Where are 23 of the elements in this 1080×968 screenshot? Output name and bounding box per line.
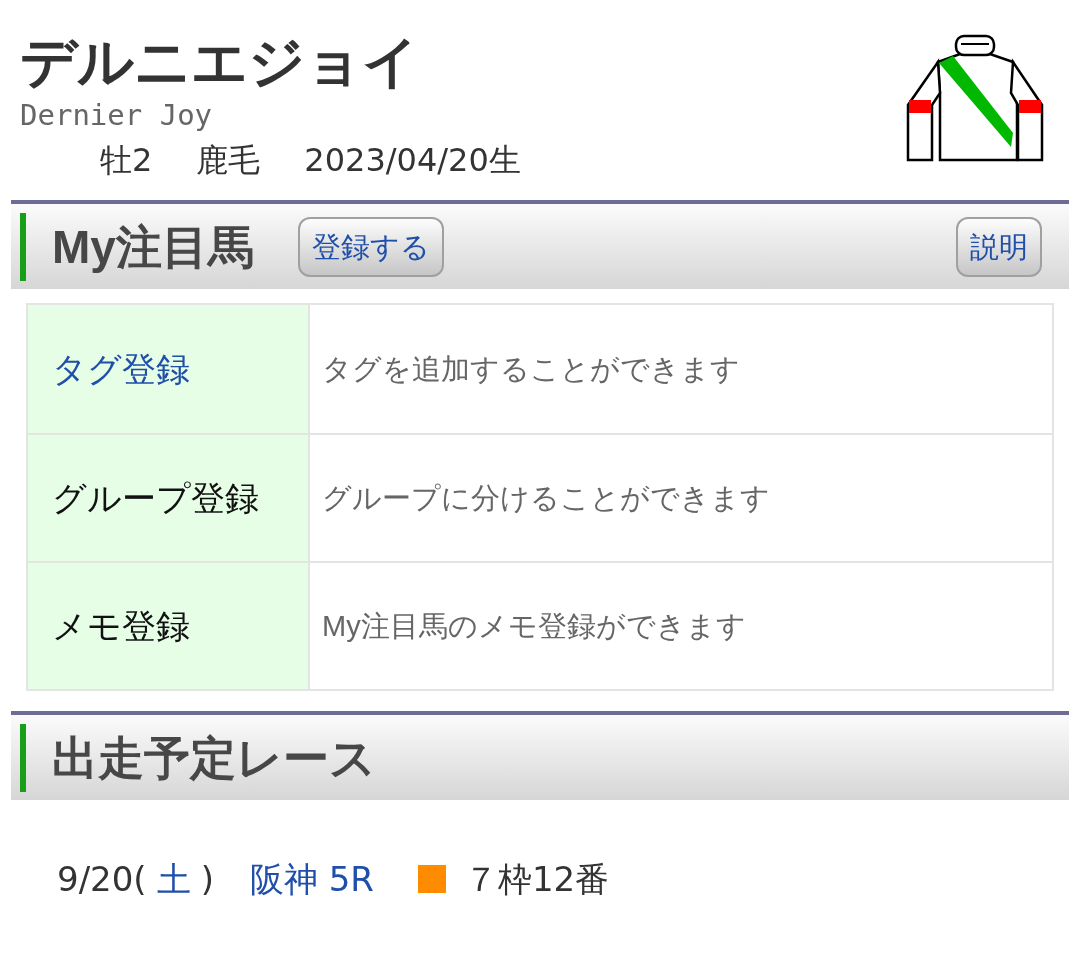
accent-bar [20, 212, 26, 281]
post-position: ７枠12番 [463, 858, 610, 900]
horse-name-english: Dernier Joy [20, 97, 214, 134]
race-link[interactable]: 阪神 5R [249, 858, 374, 900]
race-date-bracket: ) [200, 858, 214, 900]
row-link[interactable]: タグ登録 [52, 347, 190, 391]
horse-name: デルニエジョイ [20, 30, 420, 94]
header-button[interactable]: 登録する [297, 216, 444, 277]
description-text: タグを追加することができます [322, 352, 740, 387]
profile-text: 2023/04/20生 [304, 140, 521, 180]
section-title: My注目馬 [52, 219, 254, 275]
profile-text: 牡2 [100, 140, 153, 180]
accent-bar [20, 723, 26, 792]
jersey-icon [905, 33, 1045, 163]
header-button[interactable]: 説明 [956, 216, 1042, 277]
section-title: 出走予定レース [52, 730, 376, 786]
description-text: グループに分けることができます [322, 481, 770, 516]
row-label: グループ登録 [52, 478, 259, 519]
description-text: My注目馬のメモ登録ができます [322, 609, 746, 644]
row-label: メモ登録 [52, 606, 190, 647]
profile-text: 鹿毛 [196, 140, 261, 180]
weekday-text: 土 [156, 858, 191, 900]
race-date: 9/20( [57, 858, 147, 900]
